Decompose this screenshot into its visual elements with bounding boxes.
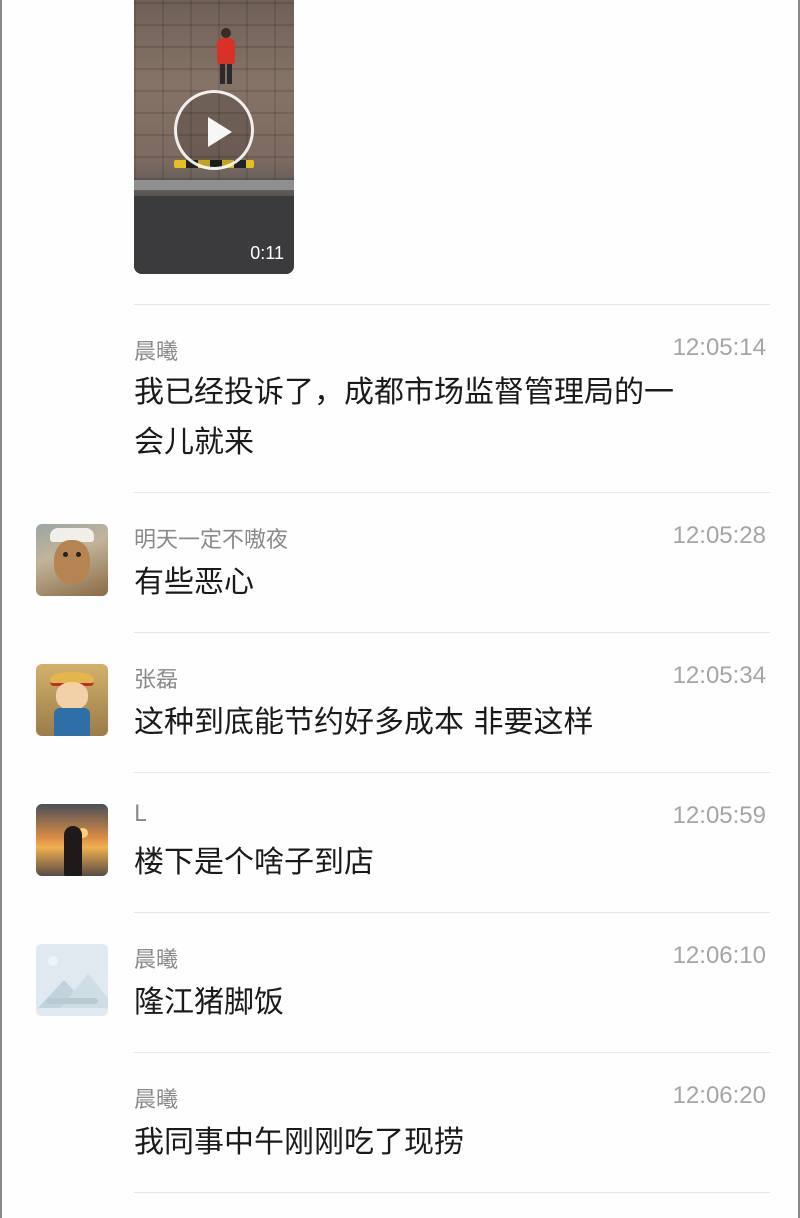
sender-name: 晨曦	[134, 948, 179, 973]
landscape-placeholder-avatar[interactable]	[36, 944, 108, 1016]
sender-name: L	[134, 802, 147, 827]
message-time: 12:06:20	[672, 1082, 766, 1109]
message-divider	[134, 772, 770, 773]
message-time: 12:05:59	[672, 802, 766, 829]
monkey-avatar[interactable]	[36, 524, 108, 596]
message-text-line: 楼下是个啥子到店	[134, 845, 374, 880]
video-scene-person	[214, 28, 238, 84]
message-text: 楼下是个啥子到店	[134, 838, 754, 888]
sender-name: 晨曦	[134, 340, 179, 365]
message-text-line: 会儿就来	[134, 425, 254, 460]
message-time: 12:06:10	[672, 942, 766, 969]
message-text-line: 有些恶心	[134, 565, 254, 600]
message-divider	[134, 304, 770, 305]
message-time: 12:05:28	[672, 522, 766, 549]
cartoon-boy-avatar[interactable]	[36, 664, 108, 736]
message-text: 隆江猪脚饭	[134, 978, 754, 1028]
message-divider	[134, 492, 770, 493]
sender-name: 晨曦	[134, 1088, 179, 1113]
message-text-line: 我同事中午刚刚吃了现捞	[134, 1125, 464, 1160]
play-icon[interactable]	[174, 90, 254, 170]
video-thumbnail[interactable]: 0:11	[134, 0, 294, 274]
message-divider	[134, 912, 770, 913]
message-text-line: 我已经投诉了，成都市场监督管理局的一	[134, 375, 674, 410]
message-divider	[134, 1192, 770, 1193]
message-text: 这种到底能节约好多成本 非要这样	[134, 698, 754, 748]
video-scene-curb	[134, 180, 294, 190]
video-duration: 0:11	[250, 243, 284, 263]
message-text: 我同事中午刚刚吃了现捞	[134, 1118, 754, 1168]
message-time: 12:05:14	[672, 334, 766, 361]
message-text-line: 隆江猪脚饭	[134, 985, 284, 1020]
chat-history-page: 0:11 晨曦 12:05:14 我已经投诉了，成都市场监督管理局的一 会儿就来…	[0, 0, 800, 1218]
message-text-line: 这种到底能节约好多成本 非要这样	[134, 705, 594, 740]
sender-name: 明天一定不嗷夜	[134, 528, 289, 553]
message-text: 我已经投诉了，成都市场监督管理局的一 会儿就来	[134, 368, 754, 468]
message-divider	[134, 632, 770, 633]
sunset-silhouette-avatar[interactable]	[36, 804, 108, 876]
sender-name: 张磊	[134, 668, 179, 693]
message-time: 12:05:34	[672, 662, 766, 689]
message-text: 有些恶心	[134, 558, 754, 608]
message-divider	[134, 1052, 770, 1053]
